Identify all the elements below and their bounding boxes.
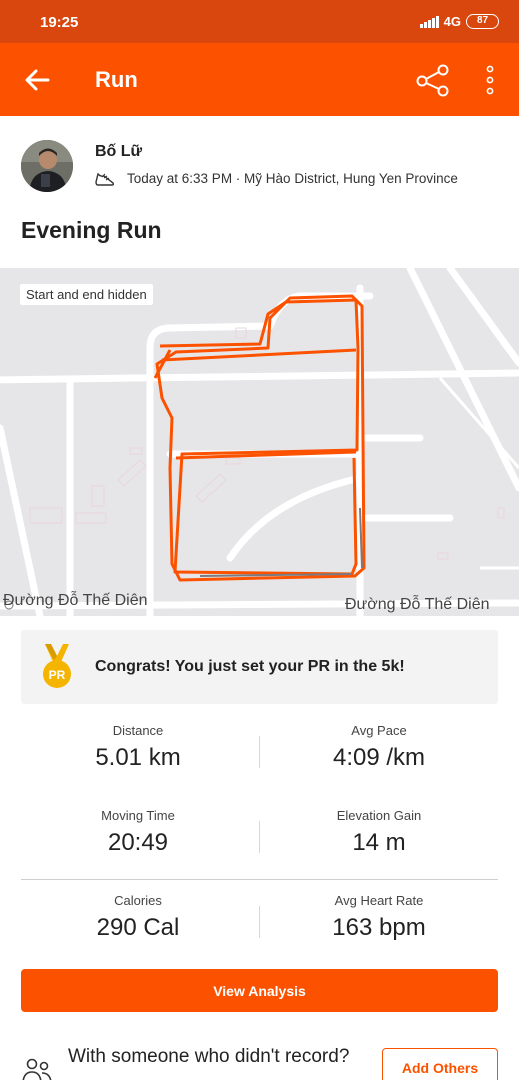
stat-value: 290 Cal xyxy=(96,914,180,941)
activity-title: Evening Run xyxy=(21,217,162,243)
stat-value: 20:49 xyxy=(107,829,169,856)
more-vertical-icon[interactable] xyxy=(478,63,502,97)
stat-label: Distance xyxy=(112,723,164,738)
stat-label: Elevation Gain xyxy=(336,808,422,823)
stat-value: 4:09 /km xyxy=(332,744,426,771)
stat-label: Calories xyxy=(114,893,162,908)
route-map[interactable]: Start and end hidden Đường Đỗ Thế Diên Đ… xyxy=(0,268,519,616)
stat-label: Avg Pace xyxy=(351,723,407,738)
street-label: Đường Đỗ Thế Diên xyxy=(345,596,490,613)
view-analysis-button[interactable]: View Analysis xyxy=(21,969,498,1012)
add-athletes-prompt: With someone who didn't record? xyxy=(68,1046,350,1067)
add-others-button[interactable]: Add Others xyxy=(382,1048,498,1080)
activity-meta: Today at 6:33 PM · Mỹ Hào District, Hung… xyxy=(127,171,458,186)
avatar[interactable] xyxy=(21,140,73,192)
section-divider xyxy=(21,879,498,880)
medal-icon: PR xyxy=(43,644,71,688)
pr-banner[interactable]: PR Congrats! You just set your PR in the… xyxy=(21,630,498,704)
share-icon[interactable] xyxy=(414,63,450,97)
pr-message: Congrats! You just set your PR in the 5k… xyxy=(95,658,405,675)
medal-label: PR xyxy=(49,668,66,682)
network-type: 4G xyxy=(443,14,461,29)
status-bar: 19:25 4G 87 xyxy=(0,0,519,43)
stat-avg-heart-rate: Avg Heart Rate 163 bpm xyxy=(269,893,489,942)
stat-moving-time: Moving Time 20:49 xyxy=(28,808,248,857)
stat-calories: Calories 290 Cal xyxy=(28,893,248,942)
stat-label: Moving Time xyxy=(101,808,175,823)
stat-elevation-gain: Elevation Gain 14 m xyxy=(269,808,489,857)
stat-divider xyxy=(259,821,260,853)
status-time: 19:25 xyxy=(40,14,79,31)
status-indicators: 4G 87 xyxy=(419,14,499,29)
app-bar: Run xyxy=(0,43,519,116)
people-icon xyxy=(22,1058,52,1080)
battery-icon: 87 xyxy=(466,14,499,29)
stat-divider xyxy=(259,906,260,938)
stat-value: 163 bpm xyxy=(332,914,426,941)
stat-divider xyxy=(259,736,260,768)
shoe-icon xyxy=(95,172,115,186)
stat-distance: Distance 5.01 km xyxy=(28,723,248,772)
map-roads xyxy=(0,268,519,616)
signal-icon xyxy=(419,15,439,28)
stat-avg-pace: Avg Pace 4:09 /km xyxy=(269,723,489,772)
stat-label: Avg Heart Rate xyxy=(334,893,424,908)
map-privacy-note: Start and end hidden xyxy=(20,284,153,305)
stat-value: 14 m xyxy=(352,829,406,856)
stat-value: 5.01 km xyxy=(95,744,181,771)
page-title: Run xyxy=(95,67,138,92)
back-arrow-icon[interactable] xyxy=(22,65,52,95)
athlete-name[interactable]: Bố Lữ xyxy=(95,143,142,161)
street-label: Đường Đỗ Thế Diên xyxy=(3,592,148,609)
